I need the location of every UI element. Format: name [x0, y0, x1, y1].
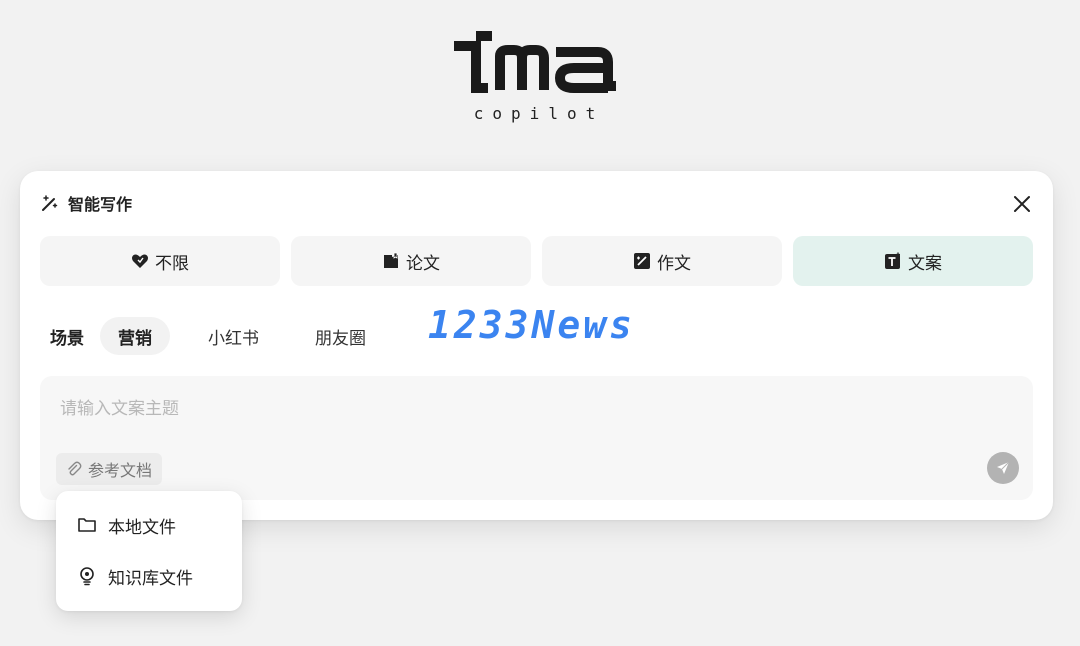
menu-item-label: 本地文件: [108, 517, 176, 538]
mode-tabs: 不限 论文 作文 文案: [40, 236, 1033, 286]
text-icon: [884, 252, 902, 270]
send-icon: [997, 461, 1010, 474]
scene-label: 场景: [50, 328, 84, 349]
menu-item-knowledge-base[interactable]: 知识库文件: [76, 561, 193, 591]
mode-tab-label: 不限: [155, 253, 189, 274]
folder-icon: [76, 514, 98, 536]
mode-tab-label: 作文: [657, 253, 691, 274]
card-title: 智能写作: [68, 195, 133, 214]
scene-moments[interactable]: 朋友圈: [297, 317, 384, 355]
reference-dropdown-menu: 本地文件 知识库文件: [56, 491, 242, 611]
reference-doc-button[interactable]: 参考文档: [56, 453, 163, 485]
ima-logo: copilot: [448, 28, 624, 128]
topic-input[interactable]: [60, 394, 960, 434]
watermark-text: 1233News: [428, 303, 636, 347]
bulb-icon: [76, 565, 98, 587]
send-button[interactable]: [987, 452, 1019, 484]
mode-tab-paper[interactable]: 论文: [291, 236, 531, 286]
page: copilot 智能写作 不限 论文 作文 文案 场景 营销 小红书 朋友圈 1…: [0, 0, 1080, 646]
scene-marketing[interactable]: 营销: [100, 317, 170, 355]
mode-tab-copywriting[interactable]: 文案: [793, 236, 1033, 286]
reference-doc-label: 参考文档: [88, 461, 153, 480]
ima-wordmark: [454, 31, 616, 93]
mode-tab-unlimited[interactable]: 不限: [40, 236, 280, 286]
card-header: 智能写作: [40, 193, 133, 214]
magic-wand-icon: [40, 193, 60, 213]
writing-card: 智能写作 不限 论文 作文 文案 场景 营销 小红书 朋友圈 1233News …: [20, 171, 1053, 520]
pen-icon: [633, 252, 651, 270]
heart-icon: [131, 252, 149, 270]
mode-tab-label: 论文: [406, 253, 440, 274]
mode-tab-essay[interactable]: 作文: [542, 236, 782, 286]
menu-item-label: 知识库文件: [108, 568, 193, 589]
scene-selector: 场景 营销 小红书 朋友圈: [40, 316, 404, 356]
topic-input-box: 参考文档: [40, 376, 1033, 500]
paper-icon: [382, 252, 400, 270]
paperclip-icon: [68, 461, 82, 476]
logo-subtitle: copilot: [473, 104, 605, 123]
close-button[interactable]: [1011, 193, 1033, 215]
scene-xiaohongshu[interactable]: 小红书: [190, 317, 277, 355]
close-icon: [1014, 196, 1030, 212]
mode-tab-label: 文案: [908, 253, 942, 274]
menu-item-local-file[interactable]: 本地文件: [76, 510, 176, 540]
